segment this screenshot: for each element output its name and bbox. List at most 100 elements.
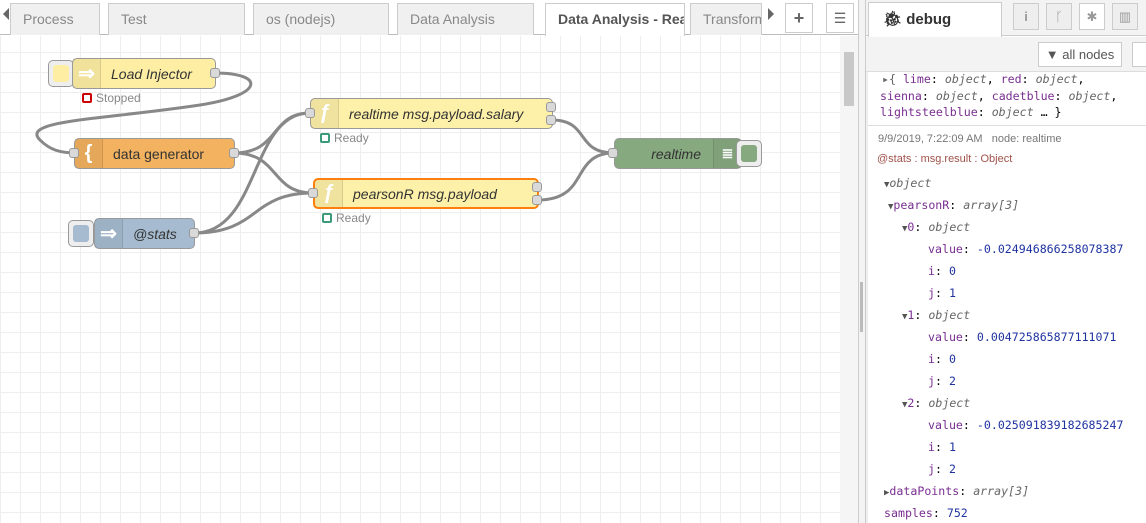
status-text: Stopped [96, 91, 141, 105]
git-branch-icon[interactable]: ᚴ [1046, 3, 1072, 30]
node-label: realtime msg.payload.salary [349, 105, 524, 122]
tree-value: 752 [946, 506, 968, 520]
tree-value: 0.004725865877111071 [976, 330, 1117, 344]
tree-value: 2 [948, 462, 956, 476]
tree-row: j: 2 [928, 374, 956, 388]
tree-key: samples [884, 506, 933, 520]
splitter-grip[interactable] [860, 282, 863, 332]
clear-trash-button[interactable] [1132, 42, 1146, 67]
wire [193, 191, 314, 235]
tree-row: value: 0.004725865877111071 [928, 330, 1117, 344]
tree-value: object [889, 176, 932, 190]
inject-button[interactable] [48, 60, 74, 87]
input-port[interactable] [608, 148, 618, 158]
input-port[interactable] [308, 188, 318, 198]
node-status: Ready [322, 211, 371, 225]
node-load-injector[interactable]: ⇒ Load Injector [72, 58, 216, 89]
tree-row: i: 0 [928, 264, 956, 278]
status-text: Ready [334, 131, 369, 145]
tree-row[interactable]: ▼1: object [902, 308, 970, 322]
message-topic[interactable]: @stats : msg.result : Object [877, 153, 1012, 165]
template-brace-icon: { [75, 139, 103, 168]
prev-message-line: lightsteelblue: object … } [880, 105, 1062, 119]
tree-value: 1 [948, 440, 956, 454]
tree-row: j: 1 [928, 286, 956, 300]
tree-row: j: 2 [928, 462, 956, 476]
wire [233, 111, 311, 155]
tree-row[interactable]: ▼pearsonR: array[3] [888, 198, 1019, 212]
function-icon: ƒ [311, 99, 339, 128]
debug-toggle-button[interactable] [736, 140, 762, 167]
tree-value: object [928, 396, 971, 410]
canvas-scrollbar[interactable] [840, 36, 858, 523]
node-realtime-function[interactable]: ƒ realtime msg.payload.salary [310, 98, 553, 129]
tree-value: object [928, 220, 971, 234]
inject-arrow-icon: ⇒ [95, 219, 123, 248]
wire [551, 118, 615, 155]
node-status: Ready [320, 131, 369, 145]
tree-key: j [928, 374, 935, 388]
output-port[interactable] [532, 182, 542, 192]
tree-value: 0 [948, 264, 956, 278]
tree-row[interactable]: ▶dataPoints: array[3] [884, 484, 1029, 498]
tree-row[interactable]: ▼2: object [902, 396, 970, 410]
tree-key: value [928, 242, 963, 256]
tree-key: pearsonR [893, 198, 950, 212]
sidebar: 🐞︎ debug i ᚴ ✱ ▥ ▼ all nodes ▸{ lime: ob… [866, 0, 1146, 523]
tree-value: array[3] [973, 484, 1030, 498]
tree-row: value: -0.025091839182685247 [928, 418, 1124, 432]
bug-icon: 🐞︎ [883, 11, 907, 28]
output-port[interactable] [210, 68, 220, 78]
tree-key: i [928, 264, 935, 278]
filter-label: all nodes [1062, 47, 1115, 62]
tree-key: i [928, 440, 935, 454]
info-icon[interactable]: i [1013, 3, 1039, 30]
debug-bug-icon[interactable]: ✱ [1079, 3, 1105, 30]
tree-key: i [928, 352, 935, 366]
tree-row[interactable]: ▼0: object [902, 220, 970, 234]
tree-value: object [928, 308, 971, 322]
tab-label: debug [906, 11, 952, 28]
tree-key: dataPoints [889, 484, 960, 498]
wire [537, 151, 615, 202]
sidebar-tabs: 🐞︎ debug i ᚴ ✱ ▥ [866, 0, 1146, 37]
tree-key: value [928, 418, 963, 432]
inject-button[interactable] [68, 220, 94, 247]
tree-row: i: 0 [928, 352, 956, 366]
node-label: pearsonR msg.payload [353, 185, 497, 202]
output-port[interactable] [532, 195, 542, 205]
sidebar-splitter[interactable] [858, 0, 866, 523]
tree-key: j [928, 462, 935, 476]
output-port[interactable] [229, 148, 239, 158]
input-port[interactable] [305, 108, 315, 118]
tree-key: value [928, 330, 963, 344]
inject-arrow-icon: ⇒ [73, 59, 101, 88]
filter-all-nodes-button[interactable]: ▼ all nodes [1038, 42, 1122, 67]
node-realtime-debug[interactable]: realtime ≣ [614, 138, 742, 169]
node-data-generator[interactable]: { data generator [74, 138, 235, 169]
wire [233, 151, 314, 195]
tree-row: i: 1 [928, 440, 956, 454]
canvas-scrollbar-thumb[interactable] [844, 52, 854, 106]
dashboard-chart-icon[interactable]: ▥ [1112, 3, 1138, 30]
prev-message-line: ▸{ lime: object, red: object, [882, 72, 1085, 86]
message-node: node: realtime [991, 133, 1062, 145]
output-port[interactable] [546, 115, 556, 125]
tree-row: samples: 752 [884, 506, 968, 520]
node-stats[interactable]: ⇒ @stats [94, 218, 195, 249]
tree-value: array[3] [963, 198, 1020, 212]
tree-key: 0 [907, 220, 915, 234]
tree-row[interactable]: ▼object [884, 176, 931, 190]
debug-messages: ▸{ lime: object, red: object, sienna: ob… [866, 72, 1146, 523]
tree-key: 1 [907, 308, 915, 322]
tree-value: -0.024946866258078387 [976, 242, 1124, 256]
input-port[interactable] [69, 148, 79, 158]
node-pearsonr-function[interactable]: ƒ pearsonR msg.payload [313, 178, 539, 209]
tree-value: 1 [948, 286, 956, 300]
tree-value: 0 [948, 352, 956, 366]
node-label: @stats [133, 225, 177, 242]
output-port[interactable] [546, 102, 556, 112]
output-port[interactable] [189, 228, 199, 238]
prev-message-line: sienna: object, cadetblue: object, [880, 89, 1118, 103]
tab-debug[interactable]: 🐞︎ debug [868, 2, 1002, 37]
